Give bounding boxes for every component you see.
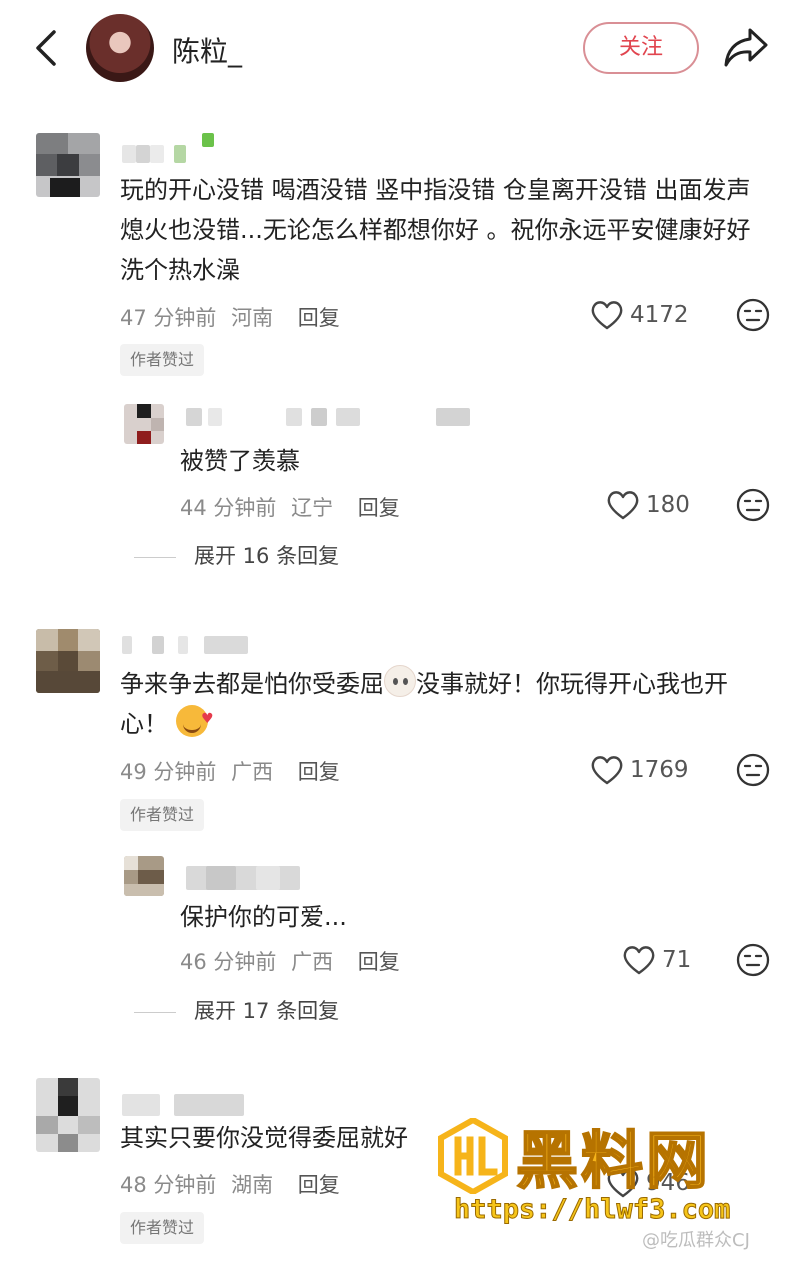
reply-button[interactable]: 回复 [298, 1173, 340, 1197]
heart-icon [623, 946, 655, 975]
comment-text: 争来争去都是怕你受委屈 没事就好！你玩得开心我也开心！ [120, 664, 770, 744]
watermark-url: https://hlwf3.com [453, 1194, 731, 1226]
comment-text: 其实只要你没觉得委屈就好 [120, 1124, 408, 1152]
reply-avatar[interactable] [124, 856, 164, 896]
like-button[interactable]: 71 [622, 945, 691, 975]
comment-meta: 47 分钟前 河南 回复 [120, 302, 340, 332]
watermark-title: 黑料网 [515, 1123, 712, 1198]
like-button[interactable]: 4172 [590, 300, 689, 330]
expand-replies-button[interactable]: 展开 16 条回复 [134, 540, 339, 570]
comment-time: 49 分钟前 [120, 760, 217, 784]
comment-time: 48 分钟前 [120, 1173, 217, 1197]
like-button[interactable]: 180 [606, 490, 690, 520]
commenter-avatar[interactable] [36, 133, 100, 197]
reply-location: 辽宁 [291, 496, 334, 520]
reply-avatar[interactable] [124, 404, 164, 444]
smiling-face-with-hearts-emoji-icon [175, 699, 214, 739]
comment-location: 湖南 [231, 1173, 274, 1197]
blurred-username [122, 1094, 252, 1116]
like-count: 1769 [630, 757, 689, 783]
heart-icon [591, 756, 623, 785]
commenter-avatar[interactable] [36, 1078, 100, 1152]
reply-text: 被赞了羡慕 [180, 447, 300, 475]
back-icon[interactable] [30, 28, 64, 68]
crying-cat-emoji-icon [384, 665, 416, 697]
follow-button[interactable]: 关注 [583, 22, 699, 74]
author-liked-badge: 作者赞过 [120, 799, 205, 831]
reply-location: 广西 [291, 950, 334, 974]
like-count: 4172 [630, 302, 689, 328]
like-button[interactable]: 1769 [590, 755, 689, 785]
expand-replies-label: 展开 17 条回复 [194, 999, 340, 1023]
reply-time: 46 分钟前 [180, 950, 277, 974]
heart-icon [591, 301, 623, 330]
like-count: 180 [646, 492, 690, 518]
author-liked-badge: 作者赞过 [120, 1212, 205, 1244]
top-bar: 陈粒_ 关注 [0, 0, 800, 100]
comment-meta: 49 分钟前 广西 回复 [120, 756, 340, 786]
reply-meta: 46 分钟前 广西 回复 [180, 946, 400, 976]
comment-time: 47 分钟前 [120, 306, 217, 330]
blurred-username [122, 636, 252, 654]
reply-button[interactable]: 回复 [358, 950, 400, 974]
author-avatar[interactable] [86, 14, 154, 82]
blurred-username [186, 866, 300, 890]
comment-text: 玩的开心没错 喝酒没错 竖中指没错 仓皇离开没错 出面发声熄火也没错...无论怎… [120, 176, 751, 284]
commenter-avatar[interactable] [36, 629, 100, 693]
share-icon[interactable] [722, 24, 770, 70]
reply-time: 44 分钟前 [180, 496, 277, 520]
watermark-logo-icon [438, 1118, 508, 1194]
heart-icon [607, 491, 639, 520]
emoji-reaction-icon[interactable] [736, 488, 770, 522]
reply-meta: 44 分钟前 辽宁 回复 [180, 492, 400, 522]
reply-button[interactable]: 回复 [298, 760, 340, 784]
expand-replies-label: 展开 16 条回复 [194, 544, 340, 568]
blurred-username [186, 408, 476, 426]
author-liked-badge: 作者赞过 [120, 344, 205, 376]
comment-location: 广西 [231, 760, 274, 784]
comment-meta: 48 分钟前 湖南 回复 [120, 1169, 340, 1199]
reply-button[interactable]: 回复 [358, 496, 400, 520]
emoji-reaction-icon[interactable] [736, 943, 770, 977]
emoji-reaction-icon[interactable] [736, 753, 770, 787]
divider [134, 1011, 176, 1013]
comment-text-part: 争来争去都是怕你受委屈 [120, 670, 384, 698]
divider [134, 556, 176, 558]
site-watermark: 黑料网 https://hlwf3.com [438, 1118, 778, 1230]
reply-button[interactable]: 回复 [298, 306, 340, 330]
weibo-watermark: @吃瓜群众CJ [642, 1230, 750, 1251]
expand-replies-button[interactable]: 展开 17 条回复 [134, 995, 339, 1025]
emoji-reaction-icon[interactable] [736, 298, 770, 332]
reply-text: 保护你的可爱... [180, 903, 347, 931]
blurred-username [122, 133, 222, 163]
like-count: 71 [662, 947, 692, 973]
comment-location: 河南 [231, 306, 274, 330]
author-name[interactable]: 陈粒_ [172, 30, 242, 70]
